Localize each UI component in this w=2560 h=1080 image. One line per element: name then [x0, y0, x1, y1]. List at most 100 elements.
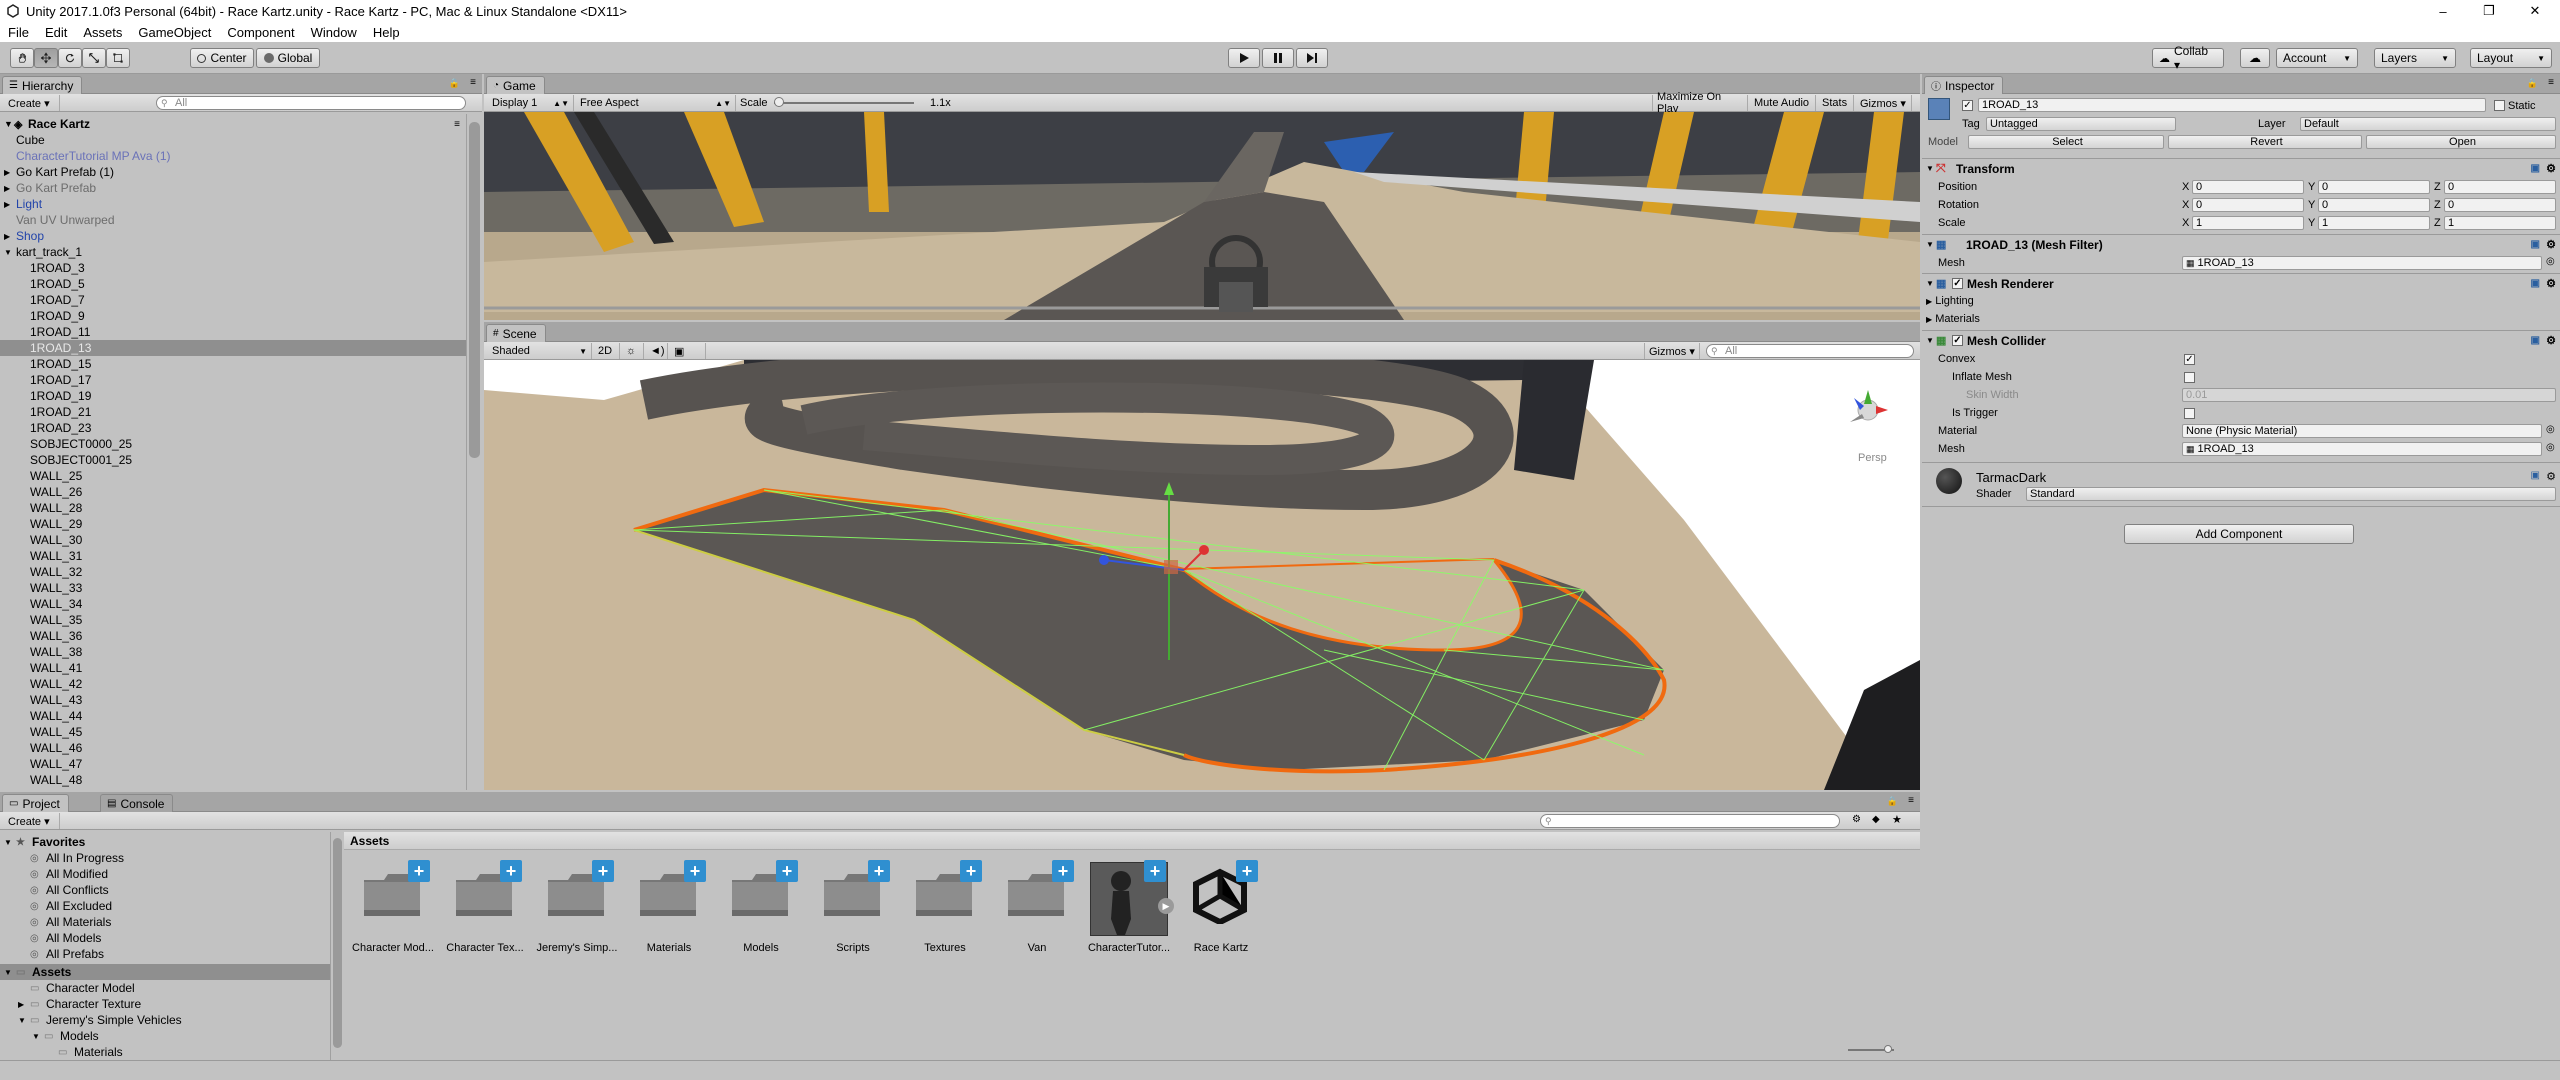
hierarchy-row[interactable]: WALL_29 [0, 516, 466, 532]
hierarchy-row[interactable]: WALL_45 [0, 724, 466, 740]
favorite-filter-item[interactable]: ◎ All Prefabs [0, 946, 330, 962]
gear-icon[interactable]: ⚙ [2546, 162, 2556, 175]
project-tree-scrollbar[interactable] [330, 832, 344, 1060]
favorites-row[interactable]: ▼ ★ Favorites [0, 834, 330, 850]
tab-project[interactable]: ▭ Project [2, 794, 69, 812]
help-icon[interactable]: ▣ [2531, 239, 2540, 250]
asset-item[interactable]: + Models [716, 858, 806, 958]
asset-item[interactable]: + Race Kartz [1176, 858, 1266, 958]
project-tree-scroll-thumb[interactable] [333, 838, 342, 1048]
gear-icon[interactable]: ⚙ [2546, 238, 2556, 251]
transform-rotation-y-field[interactable]: 0 [2318, 198, 2430, 212]
panel-menu-icon[interactable]: ≡ [2548, 77, 2554, 88]
object-picker-icon[interactable]: ◎ [2546, 442, 2555, 453]
hierarchy-row[interactable]: WALL_35 [0, 612, 466, 628]
menu-edit[interactable]: Edit [37, 25, 75, 40]
hierarchy-row[interactable]: 1ROAD_19 [0, 388, 466, 404]
hierarchy-row[interactable]: ▼ kart_track_1 [0, 244, 466, 260]
tab-scene[interactable]: # Scene [486, 324, 546, 342]
materials-foldout[interactable]: ▶ Materials [1926, 313, 1980, 325]
hierarchy-row[interactable]: WALL_41 [0, 660, 466, 676]
aspect-dropdown[interactable]: Free Aspect ▲▼ [576, 95, 736, 111]
hierarchy-row[interactable]: ▶ Go Kart Prefab (1) [0, 164, 466, 180]
layer-dropdown[interactable]: Default [2300, 117, 2556, 131]
transform-position-x-field[interactable]: 0 [2192, 180, 2304, 194]
rotate-tool-button[interactable] [58, 48, 82, 68]
expand-arrow-icon[interactable]: ▶ [4, 232, 16, 241]
scene-gizmos-dropdown[interactable]: Gizmos ▾ [1644, 343, 1700, 359]
hierarchy-row[interactable]: 1ROAD_9 [0, 308, 466, 324]
display-dropdown[interactable]: Display 1 ▲▼ [488, 95, 574, 111]
object-name-field[interactable]: 1ROAD_13 [1978, 98, 2486, 112]
asset-item[interactable]: + Van [992, 858, 1082, 958]
rect-tool-button[interactable] [106, 48, 130, 68]
transform-scale-y-field[interactable]: 1 [2318, 216, 2430, 230]
scale-slider[interactable] [774, 97, 914, 107]
step-button[interactable] [1296, 48, 1328, 68]
persp-label[interactable]: Persp [1858, 452, 1887, 464]
mesh-collider-enabled-checkbox[interactable]: ✓ [1952, 335, 1963, 346]
shader-dropdown[interactable]: Standard [2026, 487, 2556, 501]
is-trigger-checkbox[interactable] [2184, 408, 2195, 419]
hierarchy-row[interactable]: 1ROAD_21 [0, 404, 466, 420]
hierarchy-search-input[interactable]: ⚲ All [156, 96, 466, 110]
menu-window[interactable]: Window [303, 25, 365, 40]
account-dropdown[interactable]: Account ▼ [2276, 48, 2358, 68]
play-button[interactable] [1228, 48, 1260, 68]
help-icon[interactable]: ▣ [2531, 278, 2540, 289]
expand-arrow-icon[interactable]: ▼ [18, 1016, 30, 1025]
cloud-services-button[interactable]: ☁ [2240, 48, 2270, 68]
scene-effects-dropdown[interactable]: ▣ [670, 343, 706, 359]
hierarchy-row[interactable]: WALL_38 [0, 644, 466, 660]
transform-rotation-x-field[interactable]: 0 [2192, 198, 2304, 212]
hierarchy-row[interactable]: ▶ Go Kart Prefab [0, 180, 466, 196]
gear-icon[interactable]: ⚙ [2546, 470, 2556, 483]
scene-lighting-toggle[interactable]: ☼ [622, 343, 644, 359]
scale-tool-button[interactable] [82, 48, 106, 68]
tab-hierarchy[interactable]: ☰ Hierarchy [2, 76, 83, 94]
transform-position-z-field[interactable]: 0 [2444, 180, 2556, 194]
gear-icon[interactable]: ⚙ [2546, 277, 2556, 290]
favorite-filter-item[interactable]: ◎ All Excluded [0, 898, 330, 914]
hierarchy-row[interactable]: WALL_33 [0, 580, 466, 596]
object-picker-icon[interactable]: ◎ [2546, 256, 2555, 267]
favorite-filter-item[interactable]: ◎ All Conflicts [0, 882, 330, 898]
hierarchy-row[interactable]: 1ROAD_11 [0, 324, 466, 340]
layers-dropdown[interactable]: Layers ▼ [2374, 48, 2456, 68]
breadcrumb-assets[interactable]: Assets [350, 834, 389, 848]
hierarchy-row[interactable]: WALL_47 [0, 756, 466, 772]
hierarchy-row[interactable]: WALL_32 [0, 564, 466, 580]
hierarchy-row[interactable]: CharacterTutorial MP Ava (1) [0, 148, 466, 164]
layout-dropdown[interactable]: Layout ▼ [2470, 48, 2552, 68]
expand-arrow-icon[interactable]: ▼ [4, 968, 16, 977]
add-component-button[interactable]: Add Component [2124, 524, 2354, 544]
asset-item[interactable]: + Character Mod... [348, 858, 438, 958]
mode-2d-toggle[interactable]: 2D [594, 343, 620, 359]
object-picker-icon[interactable]: ◎ [2546, 424, 2555, 435]
transform-rotation-z-field[interactable]: 0 [2444, 198, 2556, 212]
transform-header[interactable]: ▼ ⤧ Transform ▣ ⚙ [1922, 158, 2560, 178]
shading-dropdown[interactable]: Shaded ▼ [488, 343, 592, 359]
play-preview-icon[interactable]: ▶ [1158, 898, 1174, 914]
hierarchy-row[interactable]: WALL_43 [0, 692, 466, 708]
hierarchy-row[interactable]: 1ROAD_3 [0, 260, 466, 276]
hierarchy-row[interactable]: 1ROAD_7 [0, 292, 466, 308]
mesh-renderer-header[interactable]: ▼ ▦ ✓ Mesh Renderer ▣ ⚙ [1922, 273, 2560, 293]
scale-slider-knob[interactable] [774, 97, 784, 107]
scene-viewport[interactable]: Persp [484, 360, 1920, 790]
collider-mesh-field[interactable]: ▦ 1ROAD_13 [2182, 442, 2542, 456]
hierarchy-create-dropdown[interactable]: Create ▾ [4, 95, 60, 111]
collider-material-field[interactable]: None (Physic Material) [2182, 424, 2542, 438]
hierarchy-row[interactable]: WALL_36 [0, 628, 466, 644]
model-select-button[interactable]: Select [1968, 135, 2164, 149]
panel-menu-icon[interactable]: ≡ [470, 77, 476, 88]
project-folder-item[interactable]: ▼ ▭ Models [0, 1028, 330, 1044]
menu-gameobject[interactable]: GameObject [130, 25, 219, 40]
game-viewport[interactable] [484, 112, 1920, 320]
lock-icon[interactable]: 🔒 [449, 78, 460, 89]
expand-arrow-icon[interactable]: ▼ [4, 248, 16, 257]
lock-icon[interactable]: 🔒 [2527, 78, 2538, 89]
pause-button[interactable] [1262, 48, 1294, 68]
model-revert-button[interactable]: Revert [2168, 135, 2362, 149]
hand-tool-button[interactable] [10, 48, 34, 68]
